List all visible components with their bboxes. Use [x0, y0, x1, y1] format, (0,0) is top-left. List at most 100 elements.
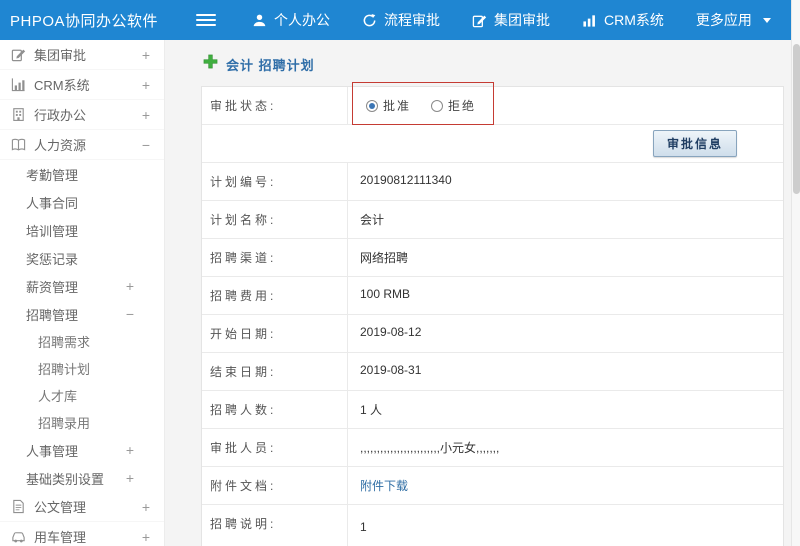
radio-reject[interactable]: 拒绝	[431, 97, 476, 114]
expand-icon[interactable]: +	[142, 530, 150, 544]
sidebar-item-salary-mgmt[interactable]: 薪资管理 +	[0, 272, 164, 300]
page-body: 集团审批 + CRM系统 + 行政办公 + 人力资源 − 考勤管理 人事合同 培…	[0, 40, 800, 546]
expand-icon[interactable]: +	[126, 471, 134, 485]
topbar: PHPOA协同办公软件 个人办公 流程审批 集团审批 CRM系统 更多应用	[0, 0, 800, 40]
sidebar-item-base-category[interactable]: 基础类别设置 +	[0, 464, 164, 492]
sidebar-item-label: 招聘录用	[38, 416, 91, 431]
field-label: 招聘费用:	[202, 277, 348, 314]
nav-personal-office[interactable]: 个人办公	[252, 10, 330, 30]
expand-icon[interactable]: +	[142, 500, 150, 514]
sidebar-item-label: 用车管理	[34, 530, 87, 545]
flow-icon	[362, 13, 377, 28]
sidebar-item-vehicle-mgmt[interactable]: 用车管理 +	[0, 522, 164, 546]
field-label: 审批人员:	[202, 429, 348, 466]
sidebar-item-label: 奖惩记录	[26, 251, 79, 267]
doc-icon	[10, 499, 26, 515]
sidebar-item-hr[interactable]: 人力资源 −	[0, 130, 164, 160]
nav-more-apps[interactable]: 更多应用	[696, 10, 771, 30]
sidebar-item-training[interactable]: 培训管理	[0, 216, 164, 244]
field-label: 招聘说明:	[202, 505, 348, 546]
radio-label: 批准	[383, 99, 412, 113]
collapse-icon[interactable]: −	[142, 138, 150, 152]
nav-group-approval[interactable]: 集团审批	[472, 10, 550, 30]
sidebar-item-label: 公文管理	[34, 500, 87, 515]
sidebar-item-admin-office[interactable]: 行政办公 +	[0, 100, 164, 130]
vertical-scrollbar[interactable]	[791, 0, 800, 546]
sidebar-item-personnel-mgmt[interactable]: 人事管理 +	[0, 436, 164, 464]
row-headcount: 招聘人数: 1 人	[202, 390, 783, 428]
field-value: 1 2	[360, 520, 367, 546]
sidebar-item-recruit-demand[interactable]: 招聘需求	[0, 328, 164, 355]
sidebar-item-label: 集团审批	[34, 48, 87, 63]
sidebar: 集团审批 + CRM系统 + 行政办公 + 人力资源 − 考勤管理 人事合同 培…	[0, 40, 165, 546]
sidebar-item-document-mgmt[interactable]: 公文管理 +	[0, 492, 164, 522]
expand-icon[interactable]: +	[126, 279, 134, 293]
sidebar-item-rewards[interactable]: 奖惩记录	[0, 244, 164, 272]
row-recruit-description: 招聘说明: 1 2	[202, 504, 783, 546]
chart-icon	[10, 77, 26, 93]
field-label: 开始日期:	[202, 315, 348, 352]
sidebar-item-recruit-hire[interactable]: 招聘录用	[0, 409, 164, 436]
field-label: 计划编号:	[202, 163, 348, 200]
expand-icon[interactable]: +	[142, 78, 150, 92]
nav-label: 集团审批	[494, 12, 550, 28]
row-plan-number: 计划编号: 20190812111340	[202, 162, 783, 200]
radio-approve[interactable]: 批准	[366, 97, 411, 114]
field-value: 2019-08-31	[360, 363, 422, 377]
sidebar-item-group-approval[interactable]: 集团审批 +	[0, 40, 164, 70]
page-title: 会计 招聘计划	[226, 57, 315, 73]
attachment-download-link[interactable]: 附件下载	[360, 479, 408, 493]
field-value: 1 人	[360, 403, 383, 417]
sidebar-item-label: 招聘管理	[26, 307, 79, 323]
sidebar-item-label: 招聘计划	[38, 362, 91, 377]
sidebar-item-label: 考勤管理	[26, 167, 79, 183]
approval-form: 审批状态: 批准 拒绝 审批信息 计划编号: 20190812111340 计划…	[201, 82, 784, 546]
sidebar-item-recruit-plan[interactable]: 招聘计划	[0, 355, 164, 382]
sidebar-item-label: CRM系统	[34, 78, 90, 93]
approval-radio-group: 批准 拒绝	[352, 82, 495, 125]
approval-info-button[interactable]: 审批信息	[652, 130, 737, 157]
person-icon	[252, 13, 267, 28]
field-value: 2019-08-12	[360, 325, 422, 339]
sidebar-item-talent-pool[interactable]: 人才库	[0, 382, 164, 409]
expand-icon[interactable]: +	[142, 108, 150, 122]
field-value: 会计	[360, 213, 385, 227]
sidebar-item-label: 行政办公	[34, 108, 87, 123]
book-icon	[10, 137, 26, 153]
sidebar-item-attendance[interactable]: 考勤管理	[0, 160, 164, 188]
nav-workflow-approval[interactable]: 流程审批	[362, 10, 440, 30]
nav-crm[interactable]: CRM系统	[582, 10, 664, 30]
sidebar-item-label: 人事管理	[26, 443, 79, 459]
field-value: 附件下载	[348, 467, 783, 504]
field-label: 招聘人数:	[202, 391, 348, 428]
sidebar-item-hr-contract[interactable]: 人事合同	[0, 188, 164, 216]
car-icon	[10, 529, 26, 545]
row-approvers: 审批人员: ,,,,,,,,,,,,,,,,,,,,,,,,小元女,,,,,,,	[202, 428, 783, 466]
row-recruit-channel: 招聘渠道: 网络招聘	[202, 238, 783, 276]
field-label: 结束日期:	[202, 353, 348, 390]
caret-down-icon	[762, 17, 771, 23]
field-label: 审批状态:	[202, 87, 348, 124]
sidebar-item-label: 基础类别设置	[26, 471, 105, 487]
row-approve-button: 审批信息	[202, 124, 783, 162]
row-recruit-cost: 招聘费用: 100 RMB	[202, 276, 783, 314]
field-label: 计划名称:	[202, 201, 348, 238]
menu-icon[interactable]	[196, 14, 216, 26]
nav-label: CRM系统	[604, 12, 664, 28]
building-icon	[10, 107, 26, 123]
field-value: 批准 拒绝	[348, 82, 783, 125]
expand-icon[interactable]: +	[126, 443, 134, 457]
sidebar-item-label: 人才库	[38, 389, 78, 404]
sidebar-item-crm[interactable]: CRM系统 +	[0, 70, 164, 100]
nav-label: 个人办公	[274, 12, 330, 28]
radio-button-icon[interactable]	[366, 99, 378, 112]
expand-icon[interactable]: +	[142, 48, 150, 62]
field-label: 招聘渠道:	[202, 239, 348, 276]
collapse-icon[interactable]: −	[126, 307, 134, 321]
scrollbar-thumb[interactable]	[793, 44, 800, 194]
radio-button-icon[interactable]	[431, 99, 444, 112]
sidebar-item-recruit-mgmt[interactable]: 招聘管理 −	[0, 300, 164, 328]
row-end-date: 结束日期: 2019-08-31	[202, 352, 783, 390]
nav-label: 更多应用	[695, 12, 752, 28]
sidebar-item-label: 培训管理	[26, 223, 79, 239]
